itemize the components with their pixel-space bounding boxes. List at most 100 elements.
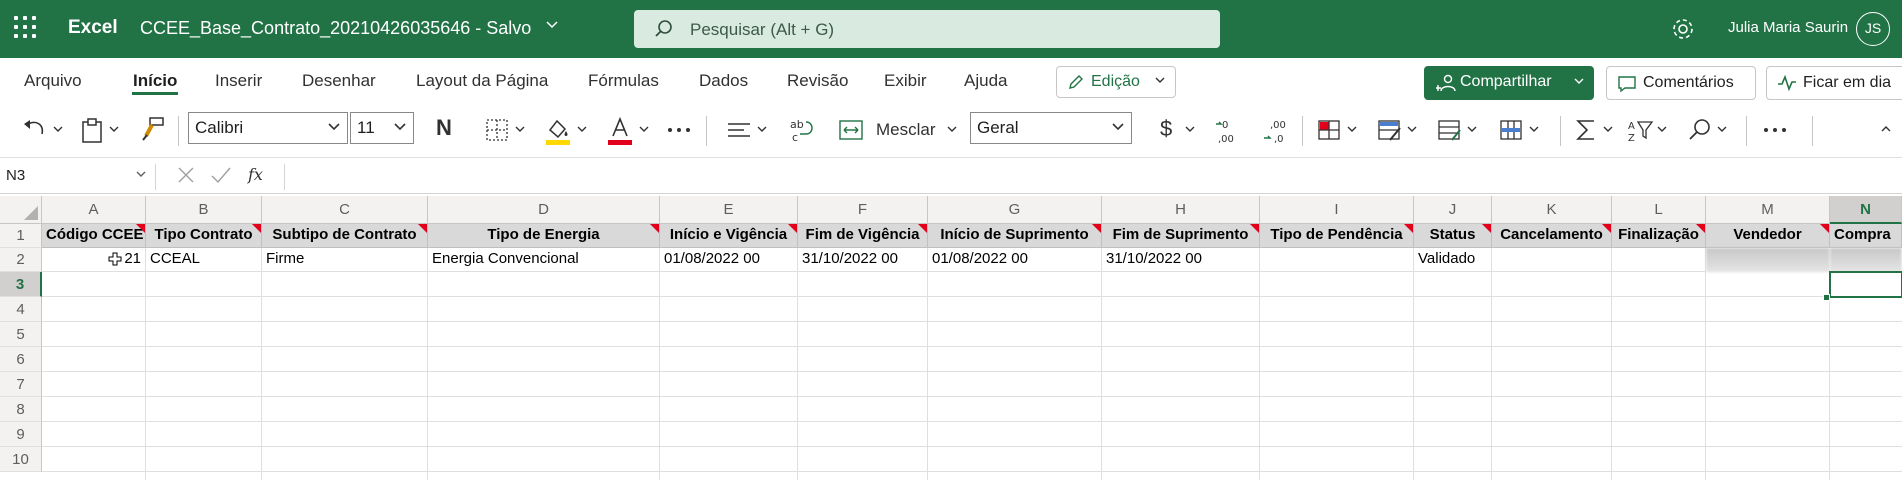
column-header-a[interactable]: A (42, 196, 146, 224)
header-cell-m1[interactable]: Vendedor (1706, 224, 1830, 248)
column-header-e[interactable]: E (660, 196, 798, 224)
cell-m2-redacted[interactable] (1706, 248, 1830, 272)
row-header-6[interactable]: 6 (0, 347, 42, 372)
merge-button[interactable]: Mesclar (876, 120, 936, 150)
undo-icon[interactable] (22, 116, 48, 146)
format-as-table-icon[interactable] (1376, 116, 1404, 146)
column-header-j[interactable]: J (1414, 196, 1492, 224)
cell-a2[interactable]: 21 (42, 248, 146, 272)
row-header-4[interactable]: 4 (0, 297, 42, 322)
avatar[interactable]: JS (1856, 12, 1890, 46)
more-font-options-icon[interactable] (666, 116, 692, 146)
fill-handle[interactable] (1823, 294, 1830, 301)
chevron-down-icon[interactable] (576, 116, 588, 146)
comments-button[interactable]: Comentários (1606, 66, 1756, 100)
chevron-down-icon[interactable] (1466, 116, 1478, 146)
header-cell-a1[interactable]: Código CCEE (42, 224, 146, 248)
find-icon[interactable] (1686, 116, 1714, 146)
tab-arquivo[interactable]: Arquivo (24, 71, 82, 91)
empty-rows[interactable] (42, 272, 1902, 480)
column-header-h[interactable]: H (1102, 196, 1260, 224)
header-cell-e1[interactable]: Início e Vigência (660, 224, 798, 248)
insert-cells-icon[interactable] (1498, 116, 1526, 146)
select-all-corner[interactable] (0, 196, 42, 224)
column-header-k[interactable]: K (1492, 196, 1612, 224)
header-cell-d1[interactable]: Tipo de Energia (428, 224, 660, 248)
column-header-i[interactable]: I (1260, 196, 1414, 224)
number-format-dropdown[interactable]: Geral (970, 112, 1132, 144)
cell-styles-icon[interactable] (1436, 116, 1464, 146)
column-header-g[interactable]: G (928, 196, 1102, 224)
increase-decimal-icon[interactable]: ,00,0 (1262, 116, 1292, 146)
column-header-b[interactable]: B (146, 196, 262, 224)
cell-g2[interactable]: 01/08/2022 00 (928, 248, 1102, 272)
column-header-m[interactable]: M (1706, 196, 1830, 224)
edit-mode-button[interactable]: Edição (1056, 66, 1176, 98)
chevron-down-icon[interactable] (1406, 116, 1418, 146)
share-button[interactable]: Compartilhar (1424, 66, 1594, 100)
column-header-l[interactable]: L (1612, 196, 1706, 224)
header-cell-j1[interactable]: Status (1414, 224, 1492, 248)
cell-h2[interactable]: 31/10/2022 00 (1102, 248, 1260, 272)
chevron-down-icon[interactable] (514, 116, 526, 146)
chevron-down-icon[interactable] (1716, 116, 1728, 146)
column-header-d[interactable]: D (428, 196, 660, 224)
header-cell-k1[interactable]: Cancelamento (1492, 224, 1612, 248)
cell-b2[interactable]: CCEAL (146, 248, 262, 272)
active-cell-n3[interactable] (1829, 271, 1902, 298)
check-icon[interactable] (210, 164, 232, 191)
row-header-7[interactable]: 7 (0, 372, 42, 397)
column-header-c[interactable]: C (262, 196, 428, 224)
row-header-8[interactable]: 8 (0, 397, 42, 422)
tab-exibir[interactable]: Exibir (884, 71, 927, 91)
decrease-decimal-icon[interactable]: 0,00 (1214, 116, 1244, 146)
chevron-down-icon[interactable] (108, 116, 120, 146)
chevron-down-icon[interactable] (946, 116, 958, 146)
tab-inserir[interactable]: Inserir (215, 71, 262, 91)
app-name[interactable]: Excel (68, 17, 118, 39)
cell-d2[interactable]: Energia Convencional (428, 248, 660, 272)
insert-function-button[interactable]: fx (248, 165, 263, 184)
cell-e2[interactable]: 01/08/2022 00 (660, 248, 798, 272)
chevron-down-icon[interactable] (756, 116, 768, 146)
merge-cells-icon[interactable] (838, 116, 864, 146)
chevron-down-icon[interactable] (52, 116, 64, 146)
cell-j2[interactable]: Validado (1414, 248, 1492, 272)
row-header-10[interactable]: 10 (0, 447, 42, 472)
cell-k2[interactable] (1492, 248, 1612, 272)
cancel-icon[interactable] (176, 164, 196, 191)
wrap-text-icon[interactable]: ab c (788, 116, 816, 146)
row-header-5[interactable]: 5 (0, 322, 42, 347)
chevron-down-icon[interactable] (1184, 116, 1196, 146)
row-header-3[interactable]: 3 (0, 272, 42, 297)
conditional-formatting-icon[interactable] (1316, 116, 1344, 146)
cell-i2[interactable] (1260, 248, 1414, 272)
tab-dados[interactable]: Dados (699, 71, 748, 91)
row-header-9[interactable]: 9 (0, 422, 42, 447)
bold-button[interactable]: N (436, 115, 452, 145)
header-cell-g1[interactable]: Início de Suprimento (928, 224, 1102, 248)
column-header-f[interactable]: F (798, 196, 928, 224)
sort-filter-icon[interactable]: AZ (1626, 116, 1654, 146)
chevron-down-icon[interactable] (544, 17, 560, 38)
document-title[interactable]: CCEE_Base_Contrato_20210426035646 - Salv… (140, 18, 531, 39)
chevron-down-icon[interactable] (1346, 116, 1358, 146)
cell-f2[interactable]: 31/10/2022 00 (798, 248, 928, 272)
format-painter-icon[interactable] (140, 116, 166, 146)
gear-icon[interactable] (1670, 16, 1696, 42)
chevron-down-icon[interactable] (1528, 116, 1540, 146)
header-cell-b1[interactable]: Tipo Contrato (146, 224, 262, 248)
cell-n2-redacted[interactable] (1830, 248, 1902, 272)
chevron-up-icon[interactable] (1880, 116, 1892, 146)
header-cell-i1[interactable]: Tipo de Pendência (1260, 224, 1414, 248)
align-icon[interactable] (726, 116, 752, 146)
font-size-dropdown[interactable]: 11 (350, 112, 414, 144)
header-cell-c1[interactable]: Subtipo de Contrato (262, 224, 428, 248)
tab-ajuda[interactable]: Ajuda (964, 71, 1007, 91)
font-color-icon[interactable] (606, 116, 634, 146)
cell-c2[interactable]: Firme (262, 248, 428, 272)
chevron-down-icon[interactable] (1656, 116, 1668, 146)
formula-input[interactable] (284, 164, 1894, 190)
name-box[interactable]: N3 (0, 164, 156, 190)
catch-up-button[interactable]: Ficar em dia (1766, 66, 1902, 100)
